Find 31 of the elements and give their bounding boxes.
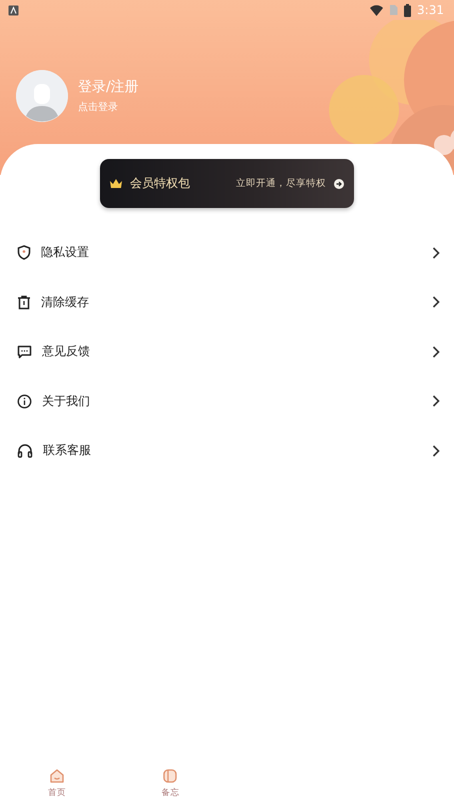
menu-item[interactable]: 联系客服 [0, 426, 454, 476]
vip-title: 会员特权包 [130, 175, 191, 192]
info-icon [17, 394, 32, 409]
arrow-right-circle-icon [334, 178, 344, 188]
notebook-icon [162, 768, 178, 784]
chevron-right-icon [432, 346, 440, 358]
trash-icon [17, 294, 31, 310]
chevron-right-icon [432, 395, 440, 408]
chevron-right-icon [432, 444, 440, 457]
avatar-icon[interactable] [16, 70, 68, 122]
battery-icon [404, 4, 412, 16]
menu-item[interactable]: 隐私设置 [0, 228, 454, 278]
menu-item[interactable]: 意见反馈 [0, 327, 454, 376]
vip-action-text: 立即开通，尽享特权 [236, 177, 326, 190]
nav-tab[interactable]: 首页 [0, 766, 114, 800]
wifi-icon [370, 4, 384, 16]
chevron-right-icon [432, 296, 440, 308]
vip-banner[interactable]: 会员特权包 立即开通，尽享特权 [100, 159, 354, 208]
status-time: 3:31 [417, 3, 444, 17]
menu-item[interactable]: 关于我们 [0, 376, 454, 426]
menu-item[interactable]: 清除缓存 [0, 278, 454, 327]
headset-icon [17, 444, 33, 458]
crown-icon [110, 178, 122, 188]
home-icon [48, 768, 65, 784]
login-hint: 点击登录 [78, 100, 119, 114]
shield-icon [17, 245, 31, 260]
notification-icon [8, 4, 19, 16]
chevron-right-icon [432, 246, 440, 259]
no-sim-icon [389, 4, 398, 16]
nav-tab[interactable]: 备忘 [114, 766, 227, 800]
message-icon [17, 344, 32, 359]
